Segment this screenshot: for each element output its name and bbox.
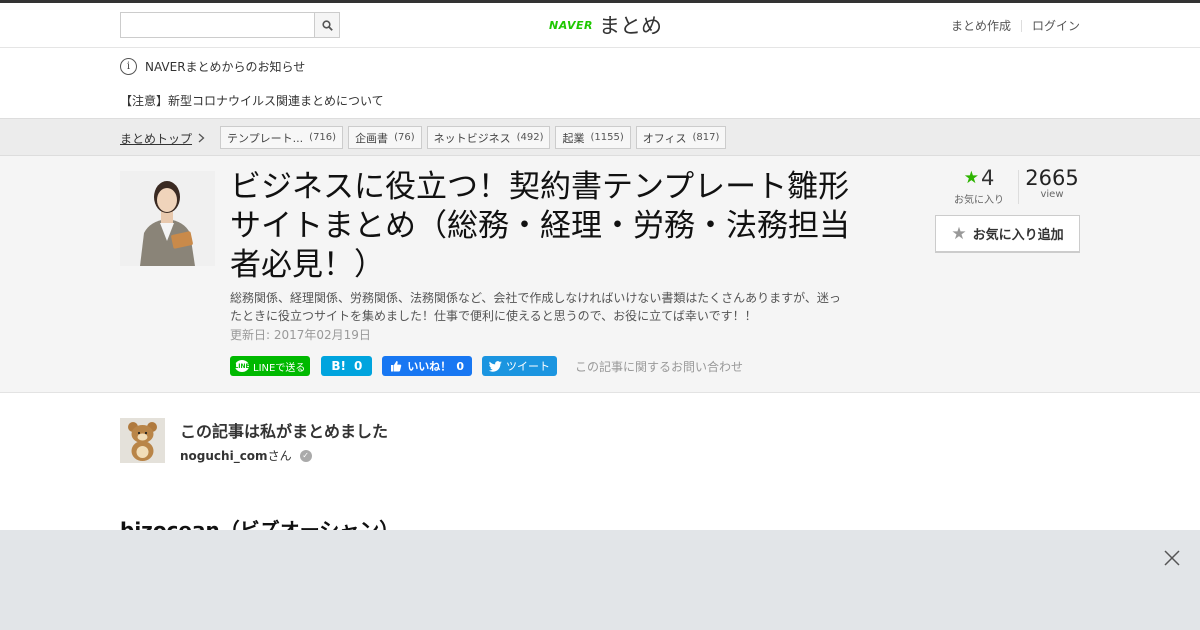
category-tag[interactable]: 起業 (1155) <box>555 126 631 149</box>
tag-count: (76) <box>394 132 415 143</box>
author-block: この記事は私がまとめました noguchi_com さん ✓ <box>120 418 620 464</box>
author-name-row: noguchi_com さん ✓ <box>180 447 312 464</box>
breadcrumb-top-link[interactable]: まとめトップ <box>120 130 205 147</box>
article-header: ビジネスに役立つ！契約書テンプレート雛形サイトまとめ（総務・経理・労務・法務担当… <box>0 156 1200 393</box>
favorite-count-label: お気に入り <box>954 195 1004 206</box>
breadcrumb-bar: まとめトップ テンプレート... (716) 企画書 (76) ネットビジネス (49… <box>0 118 1200 156</box>
view-count-value: 2665 <box>1025 166 1079 190</box>
category-tags: テンプレート... (716) 企画書 (76) ネットビジネス (492) 起業 (1… <box>220 126 727 149</box>
tag-count: (716) <box>309 132 337 143</box>
line-icon: LINE <box>234 360 250 372</box>
thumbs-up-icon <box>391 361 402 372</box>
close-icon <box>1164 550 1180 566</box>
header-divider <box>1020 19 1022 32</box>
header-links: まとめ作成 ログイン <box>951 17 1080 34</box>
search-button[interactable] <box>314 12 340 38</box>
category-tag[interactable]: ネットビジネス (492) <box>426 126 551 149</box>
favorite-count-value: 4 <box>980 166 995 190</box>
verified-check-icon: ✓ <box>299 449 312 462</box>
article-title: ビジネスに役立つ！契約書テンプレート雛形サイトまとめ（総務・経理・労務・法務担当… <box>230 169 850 283</box>
facebook-like-count: 0 <box>456 359 464 373</box>
line-share-label: LINEで送る <box>253 362 306 374</box>
article-thumbnail <box>120 171 215 266</box>
notice-item-link[interactable]: 【注意】新型コロナウイルス関連まとめについて <box>120 92 384 109</box>
twitter-bird-icon <box>488 360 502 372</box>
logo-name: まとめ <box>598 14 662 38</box>
notice-heading: NAVERまとめからのお知らせ <box>145 60 306 74</box>
search-icon <box>321 19 333 31</box>
article-description: 総務関係、経理関係、労務関係、法務関係など、会社で作成しなければいけない書類はた… <box>230 291 841 323</box>
star-outline-icon: ★ <box>951 223 967 244</box>
author-username[interactable]: noguchi_com <box>180 449 268 463</box>
add-favorite-button[interactable]: ★ お気に入り追加 <box>935 215 1080 253</box>
view-count-label: view <box>1040 189 1064 200</box>
line-share-button[interactable]: LINE LINEで送る <box>230 356 311 376</box>
contact-link[interactable]: この記事に関するお問い合わせ <box>575 358 743 375</box>
author-heading: この記事は私がまとめました <box>180 422 389 441</box>
breadcrumb-top-label: まとめトップ <box>120 132 193 146</box>
author-suffix: さん <box>267 449 292 463</box>
search-input[interactable] <box>120 12 315 38</box>
logo-brand: NAVER <box>549 18 593 32</box>
add-favorite-label: お気に入り追加 <box>972 228 1064 243</box>
stats-divider <box>1018 170 1019 204</box>
hatena-count: 0 <box>353 359 363 373</box>
tweet-label: ツイート <box>505 360 550 373</box>
category-tag[interactable]: 企画書 (76) <box>348 126 422 149</box>
search-box <box>120 12 340 38</box>
create-matome-link[interactable]: まとめ作成 <box>951 17 1011 34</box>
tag-label: テンプレート... <box>227 131 304 145</box>
info-icon: i <box>120 58 137 75</box>
avatar[interactable] <box>120 418 165 463</box>
favorite-count: ★ 4 お気に入り <box>940 166 1018 206</box>
site-logo[interactable]: NAVER まとめ <box>549 11 662 39</box>
tag-count: (492) <box>516 132 544 143</box>
hatena-bookmark-button[interactable]: B! 0 <box>321 356 373 376</box>
close-ad-button[interactable] <box>1162 548 1182 568</box>
share-bar: LINE LINEで送る B! 0 いいね！ 0 ツイート この記事に関するお問… <box>230 356 743 376</box>
notice-heading-row: i NAVERまとめからのお知らせ <box>120 58 305 75</box>
updated-date: 更新日: 2017年02月19日 <box>230 328 371 342</box>
article-stats: ★ 4 お気に入り 2665 view <box>940 166 1083 206</box>
category-tag[interactable]: テンプレート... (716) <box>220 126 344 149</box>
tag-label: オフィス <box>642 131 687 145</box>
chevron-right-icon <box>198 132 205 146</box>
tag-label: 企画書 <box>355 131 389 145</box>
tweet-button[interactable]: ツイート <box>481 356 557 376</box>
tag-label: 起業 <box>562 131 585 145</box>
facebook-like-button[interactable]: いいね！ 0 <box>382 356 472 376</box>
notice-area: i NAVERまとめからのお知らせ 【注意】新型コロナウイルス関連まとめについて <box>0 48 1200 118</box>
view-count: 2665 view <box>1021 166 1083 206</box>
tag-label: ネットビジネス <box>433 131 511 145</box>
tag-count: (1155) <box>590 132 624 143</box>
facebook-like-label: いいね！ <box>407 360 452 373</box>
hatena-icon: B! <box>331 359 346 373</box>
tag-count: (817) <box>692 132 720 143</box>
category-tag[interactable]: オフィス (817) <box>635 126 727 149</box>
site-header: NAVER まとめ まとめ作成 ログイン <box>0 3 1200 48</box>
login-link[interactable]: ログイン <box>1032 17 1080 34</box>
star-icon: ★ <box>963 168 979 188</box>
bottom-ad-overlay <box>0 530 1200 630</box>
